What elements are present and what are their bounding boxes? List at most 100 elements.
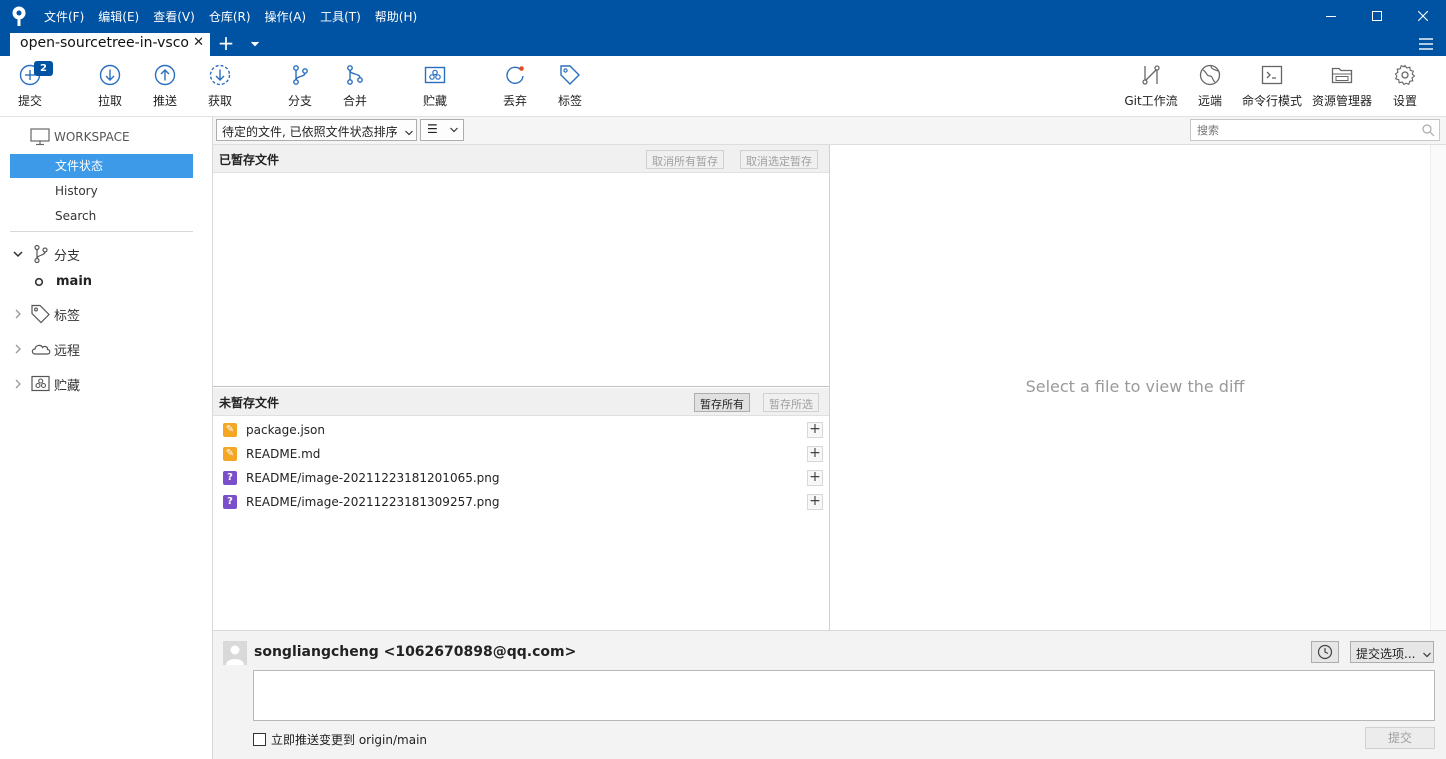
- unstaged-files-list: ✎ package.json + ✎ README.md + ? README/…: [213, 417, 830, 629]
- search-icon: [1422, 124, 1435, 137]
- tags-label: 标签: [54, 308, 81, 324]
- sidebar-group-stashes[interactable]: 贮藏: [12, 373, 80, 395]
- diff-view: Select a file to view the diff: [830, 145, 1430, 630]
- fetch-button[interactable]: 获取: [200, 64, 240, 112]
- sidebar-group-remotes[interactable]: 远程: [12, 338, 80, 360]
- chevron-down-icon: [1423, 652, 1432, 657]
- tab-bar: open-sourcetree-in-vsco... ✕ +: [0, 32, 1446, 56]
- push-immediately-label: 立即推送变更到 origin/main: [271, 733, 428, 747]
- folder-icon: [1331, 67, 1353, 84]
- tag-button[interactable]: 标签: [550, 64, 590, 112]
- branches-label: 分支: [54, 248, 81, 264]
- push-icon: [154, 64, 176, 86]
- menu-actions[interactable]: 操作(A): [265, 8, 307, 25]
- settings-button[interactable]: 设置: [1385, 64, 1425, 112]
- minimize-button[interactable]: [1308, 0, 1354, 32]
- gitflow-button[interactable]: Git工作流: [1122, 64, 1180, 112]
- view-mode-dropdown[interactable]: ☰: [420, 119, 464, 141]
- staged-files-list: [213, 174, 830, 387]
- menu-bar: 文件(F) 编辑(E) 查看(V) 仓库(R) 操作(A) 工具(T) 帮助(H…: [44, 0, 431, 32]
- menu-repository[interactable]: 仓库(R): [209, 8, 251, 25]
- discard-icon: [506, 66, 524, 85]
- remote-button[interactable]: 远端: [1190, 64, 1230, 112]
- sidebar-item-history[interactable]: History: [10, 179, 193, 203]
- untracked-file-icon: ?: [223, 495, 237, 509]
- push-button[interactable]: 推送: [145, 64, 185, 112]
- avatar: [223, 641, 247, 665]
- commit-panel: songliangcheng <1062670898@qq.com> 提交选项.…: [213, 630, 1446, 759]
- menu-tools[interactable]: 工具(T): [320, 8, 361, 25]
- current-branch-icon: [34, 277, 44, 286]
- minimize-icon: [1326, 16, 1336, 17]
- file-row[interactable]: ✎ README.md +: [213, 442, 830, 466]
- file-sort-dropdown[interactable]: 待定的文件, 已依照文件状态排序: [216, 119, 417, 141]
- commit-history-button[interactable]: [1311, 641, 1339, 663]
- commit-message-input[interactable]: [253, 670, 1435, 721]
- checkbox-box[interactable]: [253, 733, 266, 746]
- stash-button[interactable]: 贮藏: [415, 64, 455, 112]
- repo-tab-title: open-sourcetree-in-vsco...: [20, 35, 190, 51]
- fetch-label: 获取: [207, 94, 232, 108]
- unstage-selected-button[interactable]: 取消选定暂存: [740, 150, 818, 169]
- workspace-label: WORKSPACE: [54, 130, 130, 144]
- push-immediately-checkbox[interactable]: 立即推送变更到 origin/main: [253, 731, 427, 748]
- pull-label: 拉取: [97, 94, 122, 108]
- commit-button[interactable]: 提交: [1365, 727, 1435, 749]
- discard-button[interactable]: 丢弃: [495, 64, 535, 112]
- staged-files-title: 已暂存文件: [219, 153, 280, 167]
- stage-selected-button[interactable]: 暂存所选: [763, 393, 819, 412]
- file-sort-value: 待定的文件, 已依照文件状态排序: [222, 125, 398, 139]
- stage-file-plus-icon[interactable]: +: [807, 494, 823, 510]
- pull-button[interactable]: 拉取: [90, 64, 130, 112]
- menu-help[interactable]: 帮助(H): [375, 8, 417, 25]
- file-row[interactable]: ? README/image-20211223181309257.png +: [213, 490, 830, 514]
- search-input[interactable]: [1197, 120, 1417, 140]
- sidebar-group-tags[interactable]: 标签: [12, 303, 80, 325]
- file-row[interactable]: ? README/image-20211223181201065.png +: [213, 466, 830, 490]
- chevron-down-icon[interactable]: [248, 37, 262, 51]
- chevron-right-icon: [15, 379, 21, 389]
- maximize-button[interactable]: [1354, 0, 1400, 32]
- merge-button[interactable]: 合并: [335, 64, 375, 112]
- unstage-all-button[interactable]: 取消所有暂存: [646, 150, 724, 169]
- hamburger-menu-icon[interactable]: [1418, 36, 1434, 52]
- tab-close-icon[interactable]: ✕: [193, 35, 204, 50]
- repo-tab[interactable]: open-sourcetree-in-vsco... ✕: [10, 33, 210, 56]
- diff-scrollbar[interactable]: [1430, 145, 1446, 630]
- menu-edit[interactable]: 编辑(E): [98, 8, 139, 25]
- branch-button[interactable]: 分支: [280, 64, 320, 112]
- terminal-label: 命令行模式: [1241, 94, 1302, 108]
- tag-icon: [560, 65, 580, 85]
- stash-icon: [31, 375, 50, 392]
- stash-icon: [424, 66, 446, 84]
- sidebar-item-file-status[interactable]: 文件状态: [10, 154, 193, 178]
- stage-file-plus-icon[interactable]: +: [807, 422, 823, 438]
- unstaged-files-title: 未暂存文件: [219, 396, 280, 410]
- explorer-button[interactable]: 资源管理器: [1310, 64, 1374, 112]
- discard-label: 丢弃: [502, 94, 527, 108]
- new-tab-button[interactable]: +: [216, 32, 236, 56]
- branch-icon: [34, 244, 48, 264]
- terminal-button[interactable]: 命令行模式: [1240, 64, 1304, 112]
- menu-view[interactable]: 查看(V): [153, 8, 195, 25]
- search-field[interactable]: [1190, 119, 1440, 141]
- gitflow-label: Git工作流: [1124, 94, 1178, 108]
- sidebar-group-branches[interactable]: 分支: [12, 243, 80, 265]
- settings-label: 设置: [1392, 94, 1417, 108]
- push-label: 推送: [152, 94, 177, 108]
- menu-file[interactable]: 文件(F): [44, 8, 84, 25]
- commit-options-dropdown[interactable]: 提交选项...: [1350, 641, 1434, 663]
- sidebar: WORKSPACE 文件状态 History Search 分支 main 标签…: [0, 117, 213, 759]
- file-name: README.md: [246, 447, 321, 461]
- stashes-label: 贮藏: [54, 378, 81, 394]
- close-window-button[interactable]: [1400, 0, 1446, 32]
- file-row[interactable]: ✎ package.json +: [213, 418, 830, 442]
- branch-icon: [293, 65, 308, 85]
- stage-all-button[interactable]: 暂存所有: [694, 393, 750, 412]
- stage-file-plus-icon[interactable]: +: [807, 446, 823, 462]
- stage-file-plus-icon[interactable]: +: [807, 470, 823, 486]
- sidebar-branch-main[interactable]: main: [34, 274, 92, 289]
- chevron-down-icon: [449, 127, 458, 132]
- sidebar-item-search[interactable]: Search: [10, 204, 193, 228]
- fetch-icon: [209, 64, 231, 86]
